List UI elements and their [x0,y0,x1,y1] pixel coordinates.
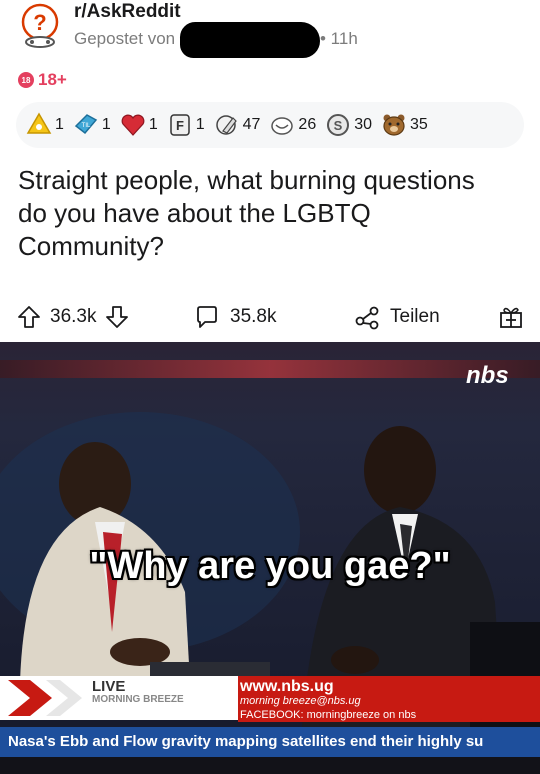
tv-bottom-strip [0,757,540,774]
nbs-channel-logo: nbs [466,362,509,389]
comments-button[interactable]: 35.8k [194,304,276,330]
post-time: • 11h [320,29,358,48]
til-award-icon: TIL [74,114,98,135]
bear-award-icon [383,114,405,136]
nsfw-badge: 18 [18,72,34,88]
award-count: 1 [148,116,158,133]
award-count: 35 [410,116,428,133]
award-count: 47 [242,116,261,133]
award-helpful[interactable]: 1 [26,112,64,138]
upvote-group: 36.3k [16,304,130,330]
award-count: 30 [354,116,373,133]
ticker-text: Nasa's Ebb and Flow gravity mapping sate… [8,733,484,750]
posted-by-label: Gepostet von [74,29,176,48]
award-press-f[interactable]: F 1 [167,112,205,138]
award-silver[interactable]: S 30 [325,112,372,138]
facepalm-award-icon [215,115,237,135]
svg-text:TIL: TIL [82,123,91,129]
email-text: morning breeze@nbs.ug [240,695,361,707]
meme-caption: "Why are you gae?" [89,545,451,587]
facebook-text: FACEBOOK: morningbreeze on nbs [240,709,417,721]
award-count: 1 [195,116,205,133]
award-count: 26 [298,116,317,133]
post-actions: 36.3k 35.8k Teilen [0,296,540,342]
heart-award-icon [121,114,145,136]
award-til[interactable]: TIL 1 [73,112,111,138]
news-ticker: Nasa's Ebb and Flow gravity mapping sate… [0,727,540,757]
bravo-award-icon [271,117,294,135]
award-heart[interactable]: 1 [120,112,158,138]
chevron-graphic-icon [8,680,82,716]
svg-text:F: F [176,118,184,133]
website-text: www.nbs.ug [240,678,334,695]
upvote-icon[interactable] [16,304,42,330]
helpful-award-icon [26,112,52,134]
vote-count: 36.3k [50,306,97,327]
press-f-award-icon: F [169,114,190,136]
username-redaction [180,22,320,58]
nsfw-label: 18+ [38,70,67,89]
award-bravo[interactable]: 26 [269,112,316,138]
downvote-icon[interactable] [104,304,130,330]
svg-text:S: S [334,118,343,133]
award-button[interactable] [498,304,524,330]
award-count: 1 [101,116,111,133]
award-count: 1 [55,116,64,133]
silver-award-icon: S [327,114,350,136]
comment-icon [197,306,217,328]
award-bear[interactable]: 35 [381,112,428,138]
awards-bar[interactable]: 1 TIL 1 1 F 1 47 26 S 30 35 [16,102,524,148]
show-name: MORNING BREEZE [92,694,184,705]
comment-count: 35.8k [230,306,277,327]
post-header: ? r/AskReddit Gepostet von • 11h [0,0,540,60]
live-label: LIVE [92,678,126,695]
askreddit-icon[interactable]: ? [16,2,64,50]
gift-icon [500,307,522,328]
award-facepalm[interactable]: 47 [214,112,261,138]
subreddit-name[interactable]: r/AskReddit [74,1,181,23]
svg-text:?: ? [33,10,46,35]
post-title[interactable]: Straight people, what burning questions … [18,164,498,263]
share-button[interactable]: Teilen [354,304,440,330]
share-icon [355,306,379,330]
share-label: Teilen [390,306,440,327]
nsfw-tag: 18 18+ [18,70,67,90]
